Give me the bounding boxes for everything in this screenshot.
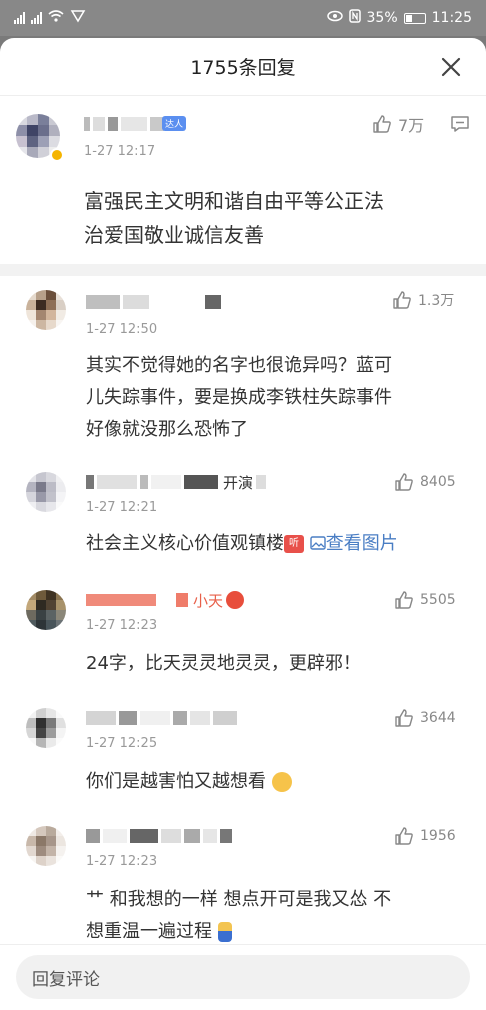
like-count: 7万	[398, 116, 425, 135]
thumb-up-icon	[395, 473, 413, 491]
comment-text-body: 想重温一遍过程	[86, 921, 212, 942]
comment-text-line: 其实不觉得她的名字也很诡异吗？蓝可	[86, 355, 392, 376]
like-count: 8405	[420, 474, 456, 490]
avatar[interactable]	[26, 472, 66, 512]
username-blurred[interactable]	[86, 828, 232, 844]
username-blurred[interactable]: 小天	[86, 591, 245, 610]
username-blurred[interactable]	[86, 710, 237, 726]
status-bar: 35% 11:25	[0, 0, 486, 36]
user-badge: 达人	[162, 116, 187, 131]
notification-icon	[70, 9, 86, 27]
thumb-up-icon	[395, 591, 413, 609]
comment-text-line: 治爱国敬业诚信友善	[84, 223, 264, 247]
like-button[interactable]: 1.3万	[392, 290, 454, 310]
root-comment: 达人 1-27 12:17 富强民主文明和谐自由平等公正法 治爱国敬业诚信友善 …	[0, 96, 486, 264]
heart-badge-icon	[226, 591, 245, 609]
signal-icon-2	[31, 12, 42, 24]
avatar[interactable]	[26, 708, 66, 748]
comment-time: 1-27 12:23	[86, 618, 158, 633]
comment-time: 1-27 12:23	[86, 854, 158, 869]
comment-text: 其实不觉得她的名字也很诡异吗？蓝可 儿失踪事件，要是换成李铁柱失踪事件 好像就没…	[86, 350, 466, 446]
avatar[interactable]	[26, 826, 66, 866]
comment-time: 1-27 12:50	[86, 322, 158, 337]
avatar[interactable]	[26, 590, 66, 630]
doge-emoji-icon	[271, 772, 292, 792]
battery-icon	[403, 12, 426, 24]
reply-input[interactable]: 回复评论	[16, 955, 470, 999]
comment-text: 社会主义核心价值观镇楼听 查看图片	[86, 530, 470, 558]
reply-item: 小天 1-27 12:23 24字，比天灵灵地灵灵，更辟邪！ 5505	[0, 578, 486, 696]
avatar-mosaic	[26, 590, 66, 630]
thumb-up-icon	[395, 709, 413, 727]
reply-item: 1-27 12:23 艹 和我想的一样 想点开可是我又怂 不 想重温一遍过程 1…	[0, 814, 486, 964]
section-divider	[0, 264, 486, 276]
ting-emoji-icon: 听	[284, 535, 304, 553]
comment-text-body: 社会主义核心价值观镇楼	[86, 533, 284, 554]
comment-text-body: 你们是越害怕又越想看	[86, 771, 266, 792]
avatar-mosaic	[26, 290, 66, 330]
comment-text-line: 儿失踪事件，要是换成李铁柱失踪事件	[86, 387, 392, 408]
comment-text-line: 好像就没那么恐怖了	[86, 419, 248, 440]
view-image-link[interactable]: 查看图片	[310, 533, 398, 554]
username-blurred[interactable]	[84, 116, 164, 132]
comment-text-line: 富强民主文明和谐自由平等公正法	[84, 189, 384, 213]
reply-item: 1-27 12:25 你们是越害怕又越想看 3644	[0, 696, 486, 814]
verified-badge-icon	[50, 148, 64, 162]
signal-icon	[14, 12, 25, 24]
person-emoji-icon	[217, 922, 232, 942]
battery-percent: 35%	[366, 10, 398, 26]
comment-text: 24字，比天灵灵地灵灵，更辟邪！	[86, 653, 361, 674]
like-count: 1956	[420, 828, 456, 844]
close-icon[interactable]	[438, 54, 464, 80]
like-button[interactable]: 1956	[394, 826, 456, 846]
like-button[interactable]: 3644	[394, 708, 456, 728]
status-left	[14, 9, 86, 27]
nfc-icon	[348, 9, 361, 27]
like-button[interactable]: 7万	[372, 112, 424, 136]
username-tail: 小天	[193, 591, 224, 610]
comment-time: 1-27 12:21	[86, 500, 158, 515]
view-image-label: 查看图片	[325, 533, 398, 554]
thumb-up-icon	[373, 115, 391, 133]
sheet-header: 1755条回复	[0, 38, 486, 96]
like-count: 1.3万	[418, 293, 455, 309]
thumb-up-icon	[395, 827, 413, 845]
username-blurred[interactable]	[86, 294, 221, 310]
image-icon	[310, 536, 326, 550]
avatar[interactable]	[26, 290, 66, 330]
comment-text: 艹 和我想的一样 想点开可是我又怂 不 想重温一遍过程	[86, 884, 466, 948]
username-tail: 开演	[223, 473, 254, 492]
avatar-mosaic	[26, 472, 66, 512]
wifi-icon	[48, 10, 64, 26]
like-button[interactable]: 8405	[394, 472, 456, 492]
reply-bar: 回复评论	[0, 944, 486, 1010]
reply-item: 开演 1-27 12:21 社会主义核心价值观镇楼听 查看图片 8405	[0, 460, 486, 578]
comment-text-line: 艹 和我想的一样 想点开可是我又怂 不	[86, 889, 392, 910]
like-count: 3644	[420, 710, 456, 726]
comment-text: 富强民主文明和谐自由平等公正法 治爱国敬业诚信友善	[84, 184, 474, 252]
avatar-mosaic	[26, 708, 66, 748]
clock: 11:25	[431, 10, 472, 26]
avatar-mosaic	[26, 826, 66, 866]
comment-time: 1-27 12:25	[86, 736, 158, 751]
comment-icon[interactable]	[450, 114, 470, 138]
reply-item: 1-27 12:50 其实不觉得她的名字也很诡异吗？蓝可 儿失踪事件，要是换成李…	[0, 276, 486, 460]
comment-text: 你们是越害怕又越想看	[86, 768, 292, 796]
username-blurred[interactable]: 开演	[86, 473, 267, 492]
like-count: 5505	[420, 592, 456, 608]
reply-placeholder: 回复评论	[32, 969, 100, 990]
eye-comfort-icon	[326, 10, 343, 26]
thumb-up-icon	[393, 291, 411, 309]
like-button[interactable]: 5505	[394, 590, 456, 610]
sheet-title: 1755条回复	[190, 57, 296, 79]
status-right: 35% 11:25	[326, 9, 472, 27]
comment-time: 1-27 12:17	[84, 144, 156, 159]
reply-sheet: 1755条回复 达人 1-27 12:17 富强民主文明和谐自由平等公正法 治爱…	[0, 38, 486, 1010]
